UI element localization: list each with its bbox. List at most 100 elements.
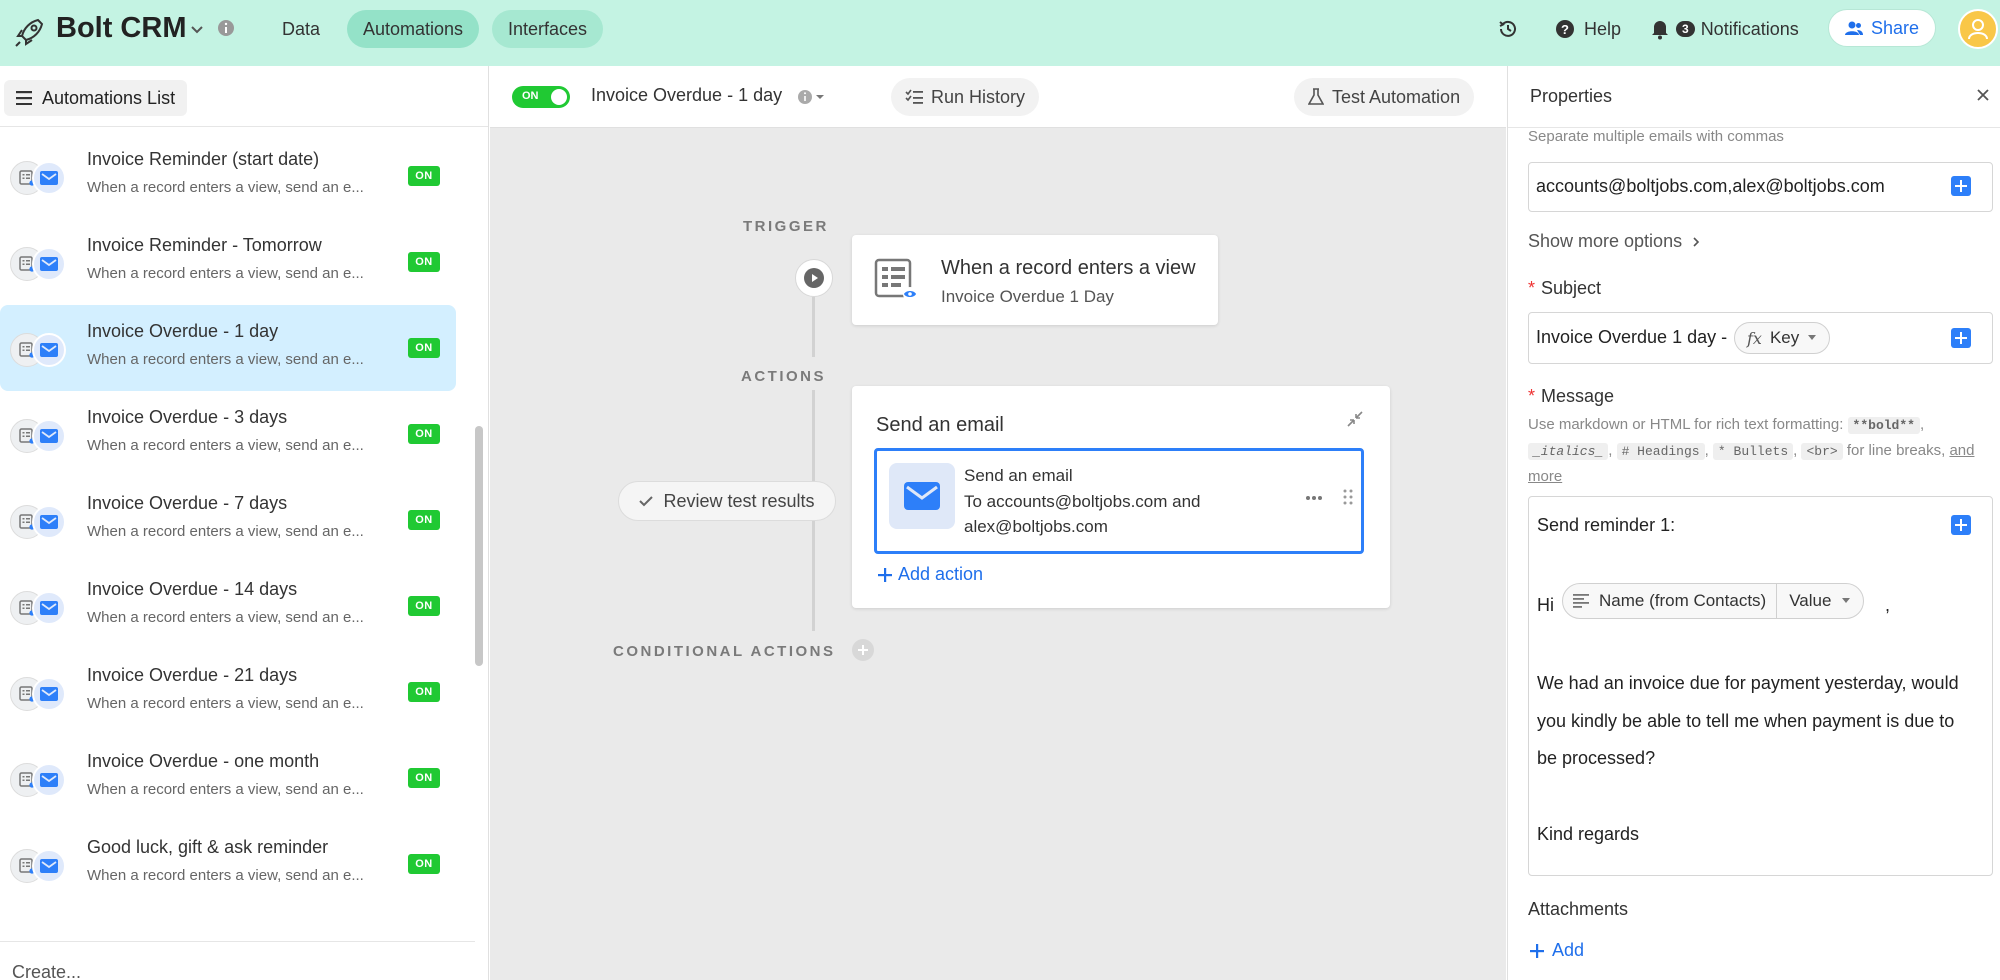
plus-icon <box>1530 943 1544 958</box>
trigger-subtitle: Invoice Overdue 1 Day <box>941 287 1114 306</box>
chevron-down-icon <box>1842 598 1851 603</box>
status-badge: ON <box>408 338 440 358</box>
rocket-logo-icon[interactable] <box>12 14 48 50</box>
value-chip[interactable]: Value <box>1776 584 1863 618</box>
add-action-label: Add action <box>898 564 984 584</box>
nav-tab-interfaces[interactable]: Interfaces <box>492 10 604 48</box>
mail-icon <box>32 333 66 367</box>
automation-description: When a record enters a view, send an e..… <box>87 609 364 626</box>
status-badge: ON <box>408 252 440 272</box>
add-attachment-button[interactable]: Add <box>1530 940 1584 961</box>
divider <box>0 126 488 127</box>
insert-field-button[interactable] <box>1951 328 1971 348</box>
name-field-chip[interactable]: Name (from Contacts) Value <box>1562 583 1865 619</box>
action-recipients-line1: To accounts@boltjobs.com and <box>964 492 1201 511</box>
message-line: We had an invoice due for payment yester… <box>1537 673 1959 693</box>
mail-icon <box>32 763 66 797</box>
mail-icon <box>32 591 66 625</box>
insert-field-button[interactable] <box>1951 176 1971 196</box>
message-editor[interactable]: Send reminder 1: Hi Name (from Contacts)… <box>1528 496 1993 876</box>
automation-title: Invoice Overdue - 14 days <box>87 579 298 599</box>
subject-field[interactable]: Invoice Overdue 1 day - fx Key <box>1528 312 1993 364</box>
required-marker: * <box>1528 278 1536 298</box>
add-conditional-action-button[interactable] <box>852 639 874 661</box>
plus-icon <box>1955 332 1967 344</box>
notifications-button[interactable]: 3 Notifications <box>1650 0 1799 58</box>
app-title[interactable]: Bolt CRM <box>56 12 186 45</box>
more-options-icon[interactable] <box>1305 495 1323 501</box>
long-text-icon <box>1573 594 1589 608</box>
trigger-card[interactable]: When a record enters a view Invoice Over… <box>852 235 1218 325</box>
send-email-action[interactable]: Send an email To accounts@boltjobs.com a… <box>874 448 1364 554</box>
to-email-field[interactable]: accounts@boltjobs.com,alex@boltjobs.com <box>1528 162 1993 212</box>
message-line: be processed? <box>1537 748 1656 768</box>
flow-connector <box>812 521 815 631</box>
flow-connector <box>812 297 815 357</box>
nav-tab-data[interactable]: Data <box>266 10 336 48</box>
automation-list-item[interactable]: Invoice Overdue - 21 days When a record e… <box>0 649 456 735</box>
item-icons <box>10 849 68 883</box>
share-button[interactable]: Share <box>1828 9 1936 47</box>
automation-name[interactable]: Invoice Overdue - 1 day <box>591 85 782 106</box>
close-icon[interactable] <box>1974 86 1992 104</box>
properties-header: Properties <box>1508 66 2000 128</box>
drag-handle-icon[interactable] <box>1343 489 1353 505</box>
message-line: you kindly be able to tell me when payme… <box>1537 711 1955 731</box>
message-label: * Message <box>1528 386 1615 406</box>
help-button[interactable]: ? Help <box>1554 0 1621 58</box>
review-test-results-button[interactable]: Review test results <box>618 481 836 521</box>
flow-connector <box>812 390 815 482</box>
test-automation-label: Test Automation <box>1332 86 1461 107</box>
add-action-button[interactable]: Add action <box>878 564 983 585</box>
automation-list-item[interactable]: Invoice Overdue - 1 day When a record ent… <box>0 305 456 391</box>
automation-list-item[interactable]: Invoice Overdue - one month When a record… <box>0 735 456 821</box>
automation-description: When a record enters a view, send an e..… <box>87 781 364 798</box>
actions-section-label: ACTIONS <box>741 368 826 385</box>
plus-icon <box>878 567 892 582</box>
info-icon[interactable] <box>216 18 236 38</box>
scrollbar[interactable] <box>475 426 483 666</box>
automation-list-item[interactable]: Invoice Overdue - 14 days When a record e… <box>0 563 456 649</box>
info-dropdown-icon[interactable] <box>796 88 830 106</box>
automation-toggle[interactable]: ON <box>512 86 570 108</box>
subject-chip-label: Key <box>1769 328 1800 347</box>
automation-list-item[interactable]: Good luck, gift & ask reminder When a rec… <box>0 821 456 907</box>
automation-description: When a record enters a view, send an e..… <box>87 437 364 454</box>
run-trigger-button[interactable] <box>795 259 833 297</box>
nav-tab-automations[interactable]: Automations <box>347 10 480 48</box>
automation-list-item[interactable]: When a record enters a view, send an e..… <box>0 66 456 86</box>
status-badge: ON <box>408 424 440 444</box>
subject-prefix: Invoice Overdue 1 day - <box>1536 327 1728 347</box>
item-icons <box>10 505 68 539</box>
collapse-icon[interactable] <box>1346 410 1364 428</box>
run-history-button[interactable]: Run History <box>891 78 1040 116</box>
toggle-label: ON <box>522 90 539 102</box>
mail-icon <box>32 247 66 281</box>
automation-list-item[interactable]: Invoice Reminder - Tomorrow When a record… <box>0 219 456 305</box>
automation-list-item[interactable]: Invoice Overdue - 7 days When a record en… <box>0 477 456 563</box>
avatar[interactable] <box>1958 9 1998 49</box>
value-chip-label: Value <box>1789 591 1832 610</box>
automation-list-item[interactable]: Invoice Reminder (start date) When a reco… <box>0 133 456 219</box>
test-automation-button[interactable]: Test Automation <box>1294 78 1475 116</box>
insert-field-button[interactable] <box>1951 515 1971 535</box>
automation-list-item[interactable]: Invoice Overdue - 3 days When a record en… <box>0 391 456 477</box>
properties-title: Properties <box>1530 86 1613 106</box>
subject-formula-chip[interactable]: fx Key <box>1734 322 1831 354</box>
status-badge: ON <box>408 682 440 702</box>
markdown-hint: Use markdown or HTML for rich text forma… <box>1528 416 1975 485</box>
item-icons <box>10 763 68 797</box>
create-automation-button[interactable]: Create... <box>0 941 475 980</box>
status-badge: ON <box>408 166 440 186</box>
menu-icon <box>16 91 32 105</box>
show-more-label: Show more options <box>1528 231 1683 251</box>
automation-description: When a record enters a view, send an e..… <box>87 695 364 712</box>
action-card: Send an email Send an email To accounts@… <box>852 386 1390 608</box>
mail-icon <box>32 677 66 711</box>
history-button[interactable] <box>1496 0 1520 58</box>
share-label: Share <box>1870 17 1920 38</box>
history-icon <box>1499 20 1516 37</box>
automation-title: Invoice Reminder (start date) <box>87 149 320 169</box>
show-more-options-button[interactable]: Show more options <box>1528 231 1700 252</box>
chevron-down-icon[interactable] <box>188 20 206 38</box>
